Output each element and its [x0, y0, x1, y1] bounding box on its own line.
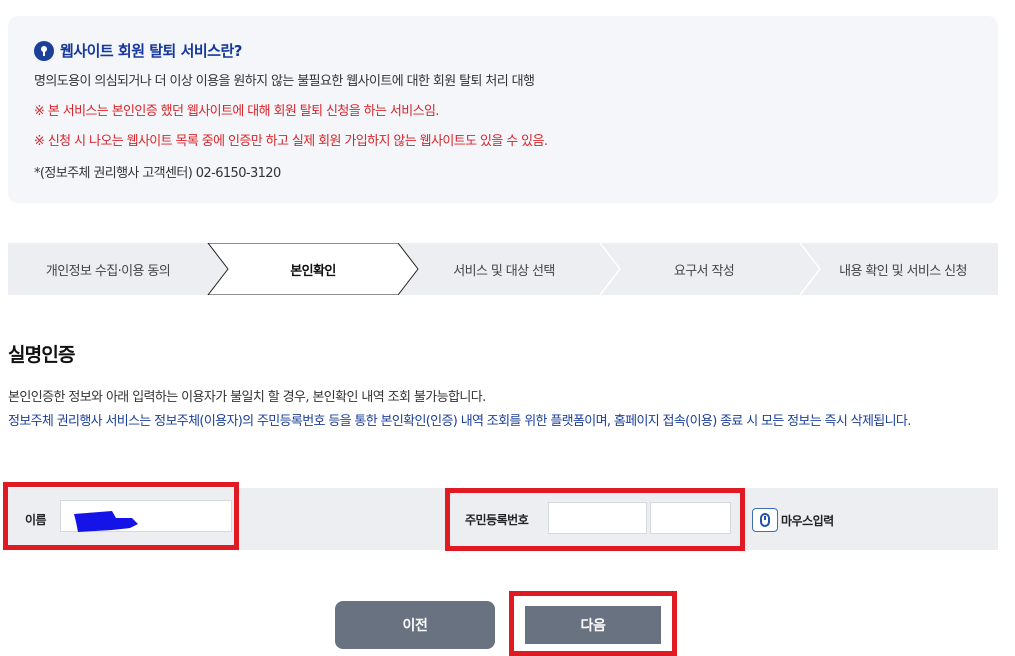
step-service-select: 서비스 및 대상 선택	[453, 263, 555, 279]
highlight-rrn-field	[445, 488, 745, 551]
section-title: 실명인증	[8, 344, 76, 366]
step-identity-check: 본인확인	[290, 263, 336, 279]
info-warning-2: ※ 신청 시 나오는 웹사이트 목록 중에 인증만 하고 실제 회원 가입하지 …	[34, 134, 548, 149]
info-contact: *(정보주체 권리행사 고객센터) 02-6150-3120	[34, 166, 281, 181]
mouse-input-button[interactable]	[752, 508, 778, 532]
progress-steps: 개인정보 수집·이용 동의 본인확인 서비스 및 대상 선택 요구서 작성 내용…	[8, 243, 998, 295]
service-info-box: 웹사이트 회원 탈퇴 서비스란? 명의도용이 의심되거나 더 이상 이용을 원하…	[8, 16, 998, 203]
mouse-icon	[760, 513, 770, 527]
info-title: 웹사이트 회원 탈퇴 서비스란?	[34, 40, 972, 61]
section-notice: 정보주체 권리행사 서비스는 정보주체(이용자)의 주민등록번호 등을 통한 본…	[8, 414, 911, 429]
info-title-text: 웹사이트 회원 탈퇴 서비스란?	[60, 42, 242, 60]
prev-button[interactable]: 이전	[335, 601, 495, 649]
next-button[interactable]: 다음	[525, 606, 661, 644]
step-confirm-apply: 내용 확인 및 서비스 신청	[839, 263, 967, 279]
info-warning-1: ※ 본 서비스는 본인인증 했던 웹사이트에 대해 회원 탈퇴 신청을 하는 서…	[34, 104, 439, 119]
highlight-name-field	[3, 482, 239, 550]
mouse-input-label[interactable]: 마우스입력	[781, 512, 834, 529]
step-request-form: 요구서 작성	[673, 263, 735, 279]
step-consent: 개인정보 수집·이용 동의	[45, 263, 171, 279]
section-description: 본인인증한 정보와 아래 입력하는 이용자가 불일치 할 경우, 본인확인 내역…	[8, 390, 486, 405]
lock-info-icon	[34, 40, 54, 61]
info-description: 명의도용이 의심되거나 더 이상 이용을 원하지 않는 불필요한 웹사이트에 대…	[34, 74, 535, 89]
